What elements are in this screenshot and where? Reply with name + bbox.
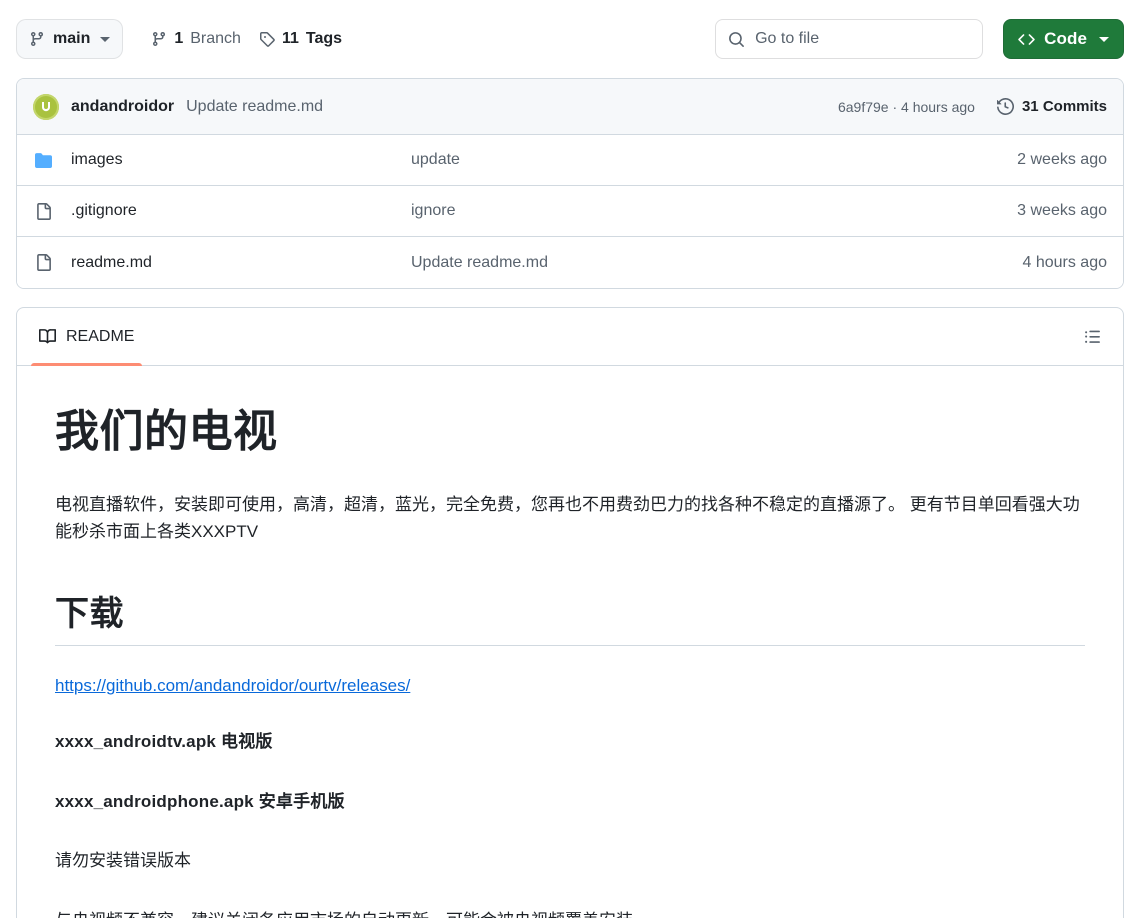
file-name[interactable]: images <box>71 151 411 169</box>
commit-sha-time[interactable]: 6a9f79e · 4 hours ago <box>838 99 975 115</box>
file-table-card: andandroidor Update readme.md 6a9f79e · … <box>16 78 1124 289</box>
go-to-file-input[interactable]: Go to file <box>715 19 984 59</box>
tags-label: Tags <box>305 30 343 47</box>
warning-line: 请勿安装错误版本 <box>55 851 191 871</box>
repo-meta-links: 1 Branch 11 Tags <box>151 30 342 48</box>
tags-count: 11 <box>281 30 299 47</box>
tab-readme[interactable]: README <box>25 308 148 366</box>
file-name[interactable]: readme.md <box>71 254 411 272</box>
search-icon <box>728 31 745 48</box>
release-link-wrap: https://github.com/andandroidor/ourtv/re… <box>55 676 1085 696</box>
note-line: 与央视频不兼容，建议关闭各应用市场的自动更新。可能会被央视频覆盖安装。 <box>55 908 1085 918</box>
list-unordered-icon <box>1084 328 1101 345</box>
file-commit-message[interactable]: Update readme.md <box>411 254 1022 272</box>
file-time: 2 weeks ago <box>1017 151 1107 168</box>
branches-count: 1 <box>174 30 184 47</box>
table-row[interactable]: .gitignore ignore 3 weeks ago <box>17 186 1123 237</box>
book-icon <box>39 328 56 345</box>
table-row[interactable]: images update 2 weeks ago <box>17 135 1123 186</box>
code-button-label: Code <box>1044 29 1087 48</box>
history-clock-icon <box>996 98 1014 115</box>
chevron-down-icon <box>100 36 111 42</box>
branch-name: main <box>53 30 91 47</box>
commit-message[interactable]: Update readme.md <box>186 98 323 116</box>
git-branch-icon <box>151 31 167 47</box>
download-heading-wrap: 下载 <box>55 586 1085 646</box>
readme-card: README 我们的电视 电视直播软件，安装即可使用，高清，超清，蓝光，完全免费… <box>16 307 1124 918</box>
file-commit-message[interactable]: ignore <box>411 202 1017 220</box>
outline-button[interactable] <box>1078 322 1107 351</box>
commit-meta: 6a9f79e · 4 hours ago 31 Commits <box>838 98 1107 115</box>
repo-toolbar: main 1 Branch 11 Tags Go to file Code <box>0 0 1140 78</box>
file-commit-message[interactable]: update <box>411 151 1017 169</box>
commit-author[interactable]: andandroidor <box>71 98 174 116</box>
readme-title: 我们的电视 <box>55 407 278 456</box>
file-time: 4 hours ago <box>1022 253 1107 271</box>
tab-readme-label: README <box>66 327 135 345</box>
apk-phone-line: xxxx_androidphone.apk 安卓手机版 <box>55 791 345 811</box>
folder-icon <box>33 152 53 169</box>
release-link[interactable]: https://github.com/andandroidor/ourtv/re… <box>55 676 410 695</box>
avatar[interactable] <box>33 93 59 120</box>
code-brackets-icon <box>1018 31 1035 48</box>
table-row[interactable]: readme.md Update readme.md 4 hours ago <box>17 237 1123 288</box>
commits-count-link[interactable]: 31 Commits <box>996 98 1107 115</box>
chevron-down-icon <box>1099 36 1109 42</box>
repository-page: main 1 Branch 11 Tags Go to file Code an… <box>0 0 1140 918</box>
readme-intro: 电视直播软件，安装即可使用，高清，超清，蓝光，完全免费，您再也不用费劲巴力的找各… <box>55 495 1080 541</box>
tag-icon <box>259 31 275 47</box>
file-icon <box>33 202 53 220</box>
file-name[interactable]: .gitignore <box>71 202 411 220</box>
file-icon <box>33 254 53 271</box>
branches-link[interactable]: 1 Branch <box>151 30 241 48</box>
tags-link[interactable]: 11 Tags <box>259 30 342 48</box>
file-time: 3 weeks ago <box>1017 202 1107 219</box>
apk-tv-line: xxxx_androidtv.apk 电视版 <box>55 731 273 751</box>
branches-label: Branch <box>190 30 241 47</box>
code-button[interactable]: Code <box>1003 19 1124 59</box>
latest-commit-bar: andandroidor Update readme.md 6a9f79e · … <box>17 79 1123 135</box>
readme-header: README <box>17 308 1123 366</box>
git-branch-icon <box>29 31 45 47</box>
readme-content: 我们的电视 电视直播软件，安装即可使用，高清，超清，蓝光，完全免费，您再也不用费… <box>17 366 1123 918</box>
go-to-file-placeholder: Go to file <box>755 30 820 47</box>
commits-count-label: 31 Commits <box>1021 98 1107 115</box>
download-heading: 下载 <box>55 586 1085 646</box>
branch-selector-button[interactable]: main <box>16 19 124 59</box>
